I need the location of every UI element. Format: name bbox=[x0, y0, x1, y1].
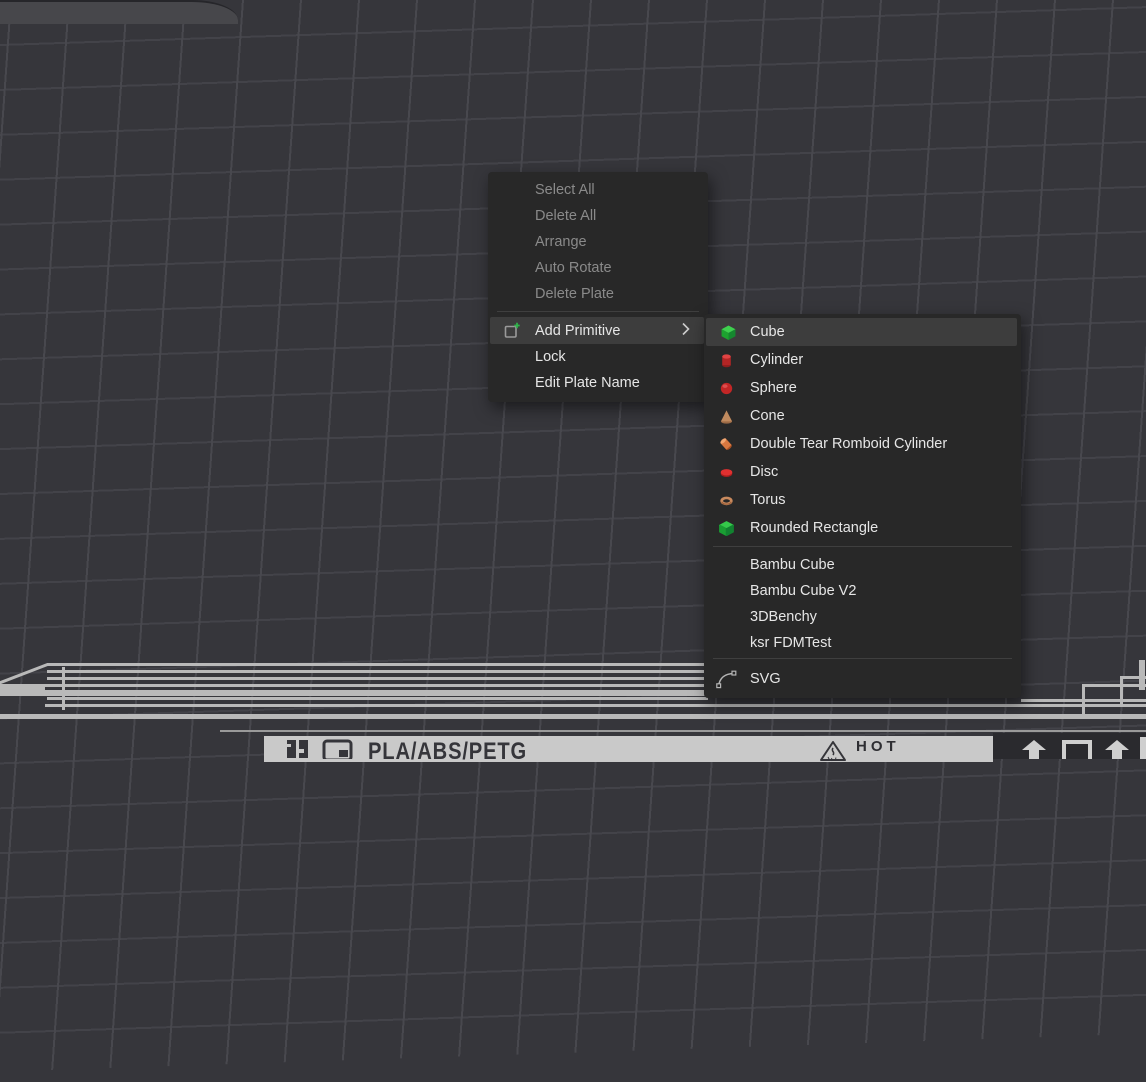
plate-hot-label: HOT bbox=[856, 738, 900, 755]
add-primitive-submenu: Cube Cylinder Sphere Cone bbox=[704, 314, 1021, 698]
disc-icon bbox=[717, 463, 735, 481]
menu-item-label: Lock bbox=[535, 349, 566, 365]
plate-edge-block bbox=[0, 687, 45, 696]
submenu-arrow-icon bbox=[682, 322, 690, 340]
menu-item-label: Edit Plate Name bbox=[535, 375, 640, 391]
submenu-item-label: Torus bbox=[750, 492, 785, 508]
plate-front-line bbox=[45, 704, 1146, 707]
submenu-separator bbox=[713, 546, 1012, 547]
plate-type-icon bbox=[322, 739, 354, 759]
plate-edge-line bbox=[0, 690, 708, 696]
menu-item-lock[interactable]: Lock bbox=[488, 344, 708, 370]
menu-item-arrange: Arrange bbox=[488, 229, 708, 255]
menu-item-add-primitive[interactable]: Add Primitive bbox=[490, 317, 704, 344]
submenu-item-label: Bambu Cube V2 bbox=[750, 583, 856, 599]
plate-front-line bbox=[0, 714, 1146, 719]
rounded-rectangle-icon bbox=[717, 519, 735, 537]
plate-edge-line bbox=[47, 670, 708, 673]
warning-triangle-icon bbox=[818, 740, 848, 762]
submenu-separator bbox=[713, 658, 1012, 659]
plate-right-notch bbox=[1139, 660, 1145, 690]
submenu-item-double-tear-romboid-cylinder[interactable]: Double Tear Romboid Cylinder bbox=[704, 430, 1021, 458]
sphere-icon bbox=[717, 379, 735, 397]
submenu-item-bambu-cube[interactable]: Bambu Cube bbox=[704, 552, 1021, 578]
menu-item-label: Arrange bbox=[535, 234, 587, 250]
bezier-curve-icon bbox=[715, 670, 737, 688]
submenu-item-label: Rounded Rectangle bbox=[750, 520, 878, 536]
plate-corner-cutout bbox=[1120, 676, 1123, 706]
menu-item-delete-all: Delete All bbox=[488, 203, 708, 229]
lift-square-icon bbox=[1061, 740, 1093, 759]
menu-item-label: Auto Rotate bbox=[535, 260, 612, 276]
bambu-logo-icon bbox=[284, 739, 312, 759]
arrow-up-icon bbox=[1101, 740, 1133, 759]
submenu-item-cone[interactable]: Cone bbox=[704, 402, 1021, 430]
submenu-item-label: Bambu Cube bbox=[750, 557, 835, 573]
menu-item-label: Select All bbox=[535, 182, 595, 198]
arrow-up-icon bbox=[1018, 740, 1050, 759]
context-menu: Select All Delete All Arrange Auto Rotat… bbox=[488, 172, 708, 402]
submenu-item-bambu-cube-v2[interactable]: Bambu Cube V2 bbox=[704, 578, 1021, 604]
submenu-item-svg[interactable]: SVG bbox=[704, 661, 1021, 697]
submenu-item-label: SVG bbox=[750, 671, 781, 687]
submenu-item-label: ksr FDMTest bbox=[750, 635, 831, 651]
submenu-item-label: Cube bbox=[750, 324, 785, 340]
plate-edge-line bbox=[1082, 684, 1146, 687]
cone-icon bbox=[717, 407, 735, 425]
submenu-item-label: Double Tear Romboid Cylinder bbox=[750, 436, 947, 452]
menu-item-delete-plate: Delete Plate bbox=[488, 281, 708, 307]
plate-thin-line bbox=[220, 730, 1146, 732]
plate-edge-line bbox=[47, 677, 708, 680]
menu-item-auto-rotate: Auto Rotate bbox=[488, 255, 708, 281]
menu-item-label: Add Primitive bbox=[535, 323, 620, 339]
submenu-item-label: Sphere bbox=[750, 380, 797, 396]
submenu-item-3dbenchy[interactable]: 3DBenchy bbox=[704, 604, 1021, 630]
submenu-item-sphere[interactable]: Sphere bbox=[704, 374, 1021, 402]
submenu-item-rounded-rectangle[interactable]: Rounded Rectangle bbox=[704, 514, 1021, 542]
menu-item-label: Delete Plate bbox=[535, 286, 614, 302]
menu-item-select-all: Select All bbox=[488, 177, 708, 203]
torus-icon bbox=[717, 491, 735, 509]
plate-dark-section bbox=[993, 733, 1146, 759]
plate-edge-end bbox=[1140, 737, 1146, 759]
submenu-item-cube[interactable]: Cube bbox=[706, 318, 1017, 346]
submenu-item-label: Cylinder bbox=[750, 352, 803, 368]
menu-item-edit-plate-name[interactable]: Edit Plate Name bbox=[488, 370, 708, 396]
submenu-item-cylinder[interactable]: Cylinder bbox=[704, 346, 1021, 374]
submenu-item-torus[interactable]: Torus bbox=[704, 486, 1021, 514]
submenu-item-label: Cone bbox=[750, 408, 785, 424]
add-primitive-icon bbox=[503, 322, 521, 340]
plate-edge-line bbox=[0, 684, 708, 687]
submenu-item-ksr-fdmtest[interactable]: ksr FDMTest bbox=[704, 630, 1021, 656]
plate-edge-line bbox=[47, 697, 708, 700]
cylinder-icon bbox=[717, 351, 735, 369]
cube-icon bbox=[719, 323, 737, 341]
plate-edge-line bbox=[47, 663, 708, 666]
menu-item-label: Delete All bbox=[535, 208, 596, 224]
plate-handle-tab bbox=[0, 0, 238, 24]
plate-material-label: PLA/ABS/PETG bbox=[368, 738, 527, 766]
menu-separator bbox=[497, 311, 699, 312]
plate-edge-line bbox=[1021, 699, 1146, 702]
submenu-item-disc[interactable]: Disc bbox=[704, 458, 1021, 486]
plate-label-bar: PLA/ABS/PETG HOT bbox=[264, 736, 993, 762]
submenu-item-label: Disc bbox=[750, 464, 778, 480]
submenu-item-label: 3DBenchy bbox=[750, 609, 817, 625]
romboid-cylinder-icon bbox=[717, 435, 735, 453]
